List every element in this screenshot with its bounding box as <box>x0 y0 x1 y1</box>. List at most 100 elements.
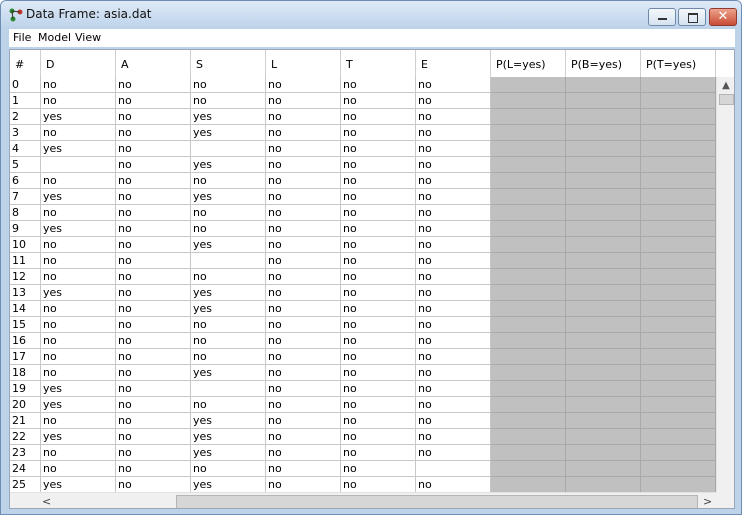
table-cell[interactable]: no <box>116 173 191 189</box>
table-cell[interactable]: no <box>191 349 266 365</box>
table-row[interactable]: 13 yes no yes no no no <box>10 285 716 301</box>
table-cell[interactable]: no <box>341 157 416 173</box>
table-cell[interactable]: yes <box>191 301 266 317</box>
table-cell[interactable]: no <box>341 333 416 349</box>
table-cell[interactable]: no <box>191 205 266 221</box>
table-cell[interactable]: no <box>416 397 491 413</box>
scroll-left-icon[interactable]: < <box>42 493 56 508</box>
table-cell[interactable]: no <box>266 125 341 141</box>
table-cell[interactable]: no <box>416 317 491 333</box>
title-bar[interactable]: Data Frame: asia.dat ✕ <box>1 1 741 29</box>
table-cell[interactable]: no <box>191 93 266 109</box>
table-cell[interactable]: no <box>416 173 491 189</box>
table-row[interactable]: 10 no no yes no no no <box>10 237 716 253</box>
table-cell[interactable]: yes <box>41 189 116 205</box>
table-cell[interactable]: no <box>41 461 116 477</box>
table-cell[interactable]: no <box>116 285 191 301</box>
table-cell[interactable]: no <box>41 445 116 461</box>
table-cell[interactable]: no <box>266 477 341 493</box>
table-cell[interactable]: no <box>266 317 341 333</box>
table-cell[interactable]: no <box>41 317 116 333</box>
menu-view[interactable]: View <box>75 31 101 44</box>
table-cell[interactable]: no <box>116 93 191 109</box>
column-header[interactable]: A <box>116 50 191 77</box>
table-cell[interactable]: no <box>266 173 341 189</box>
table-cell[interactable]: yes <box>41 397 116 413</box>
table-cell[interactable]: no <box>416 429 491 445</box>
horizontal-scroll-thumb[interactable] <box>176 495 698 508</box>
menu-model[interactable]: Model <box>38 31 71 44</box>
table-row[interactable]: 2 yes no yes no no no <box>10 109 716 125</box>
table-cell[interactable]: no <box>266 397 341 413</box>
table-cell[interactable]: no <box>116 253 191 269</box>
table-row[interactable]: 25 yes no yes no no no <box>10 477 716 493</box>
table-cell[interactable]: no <box>266 77 341 93</box>
table-cell[interactable]: no <box>341 429 416 445</box>
table-row[interactable]: 15 no no no no no no <box>10 317 716 333</box>
table-cell[interactable]: no <box>41 237 116 253</box>
table-cell[interactable]: no <box>341 461 416 477</box>
table-row[interactable]: 8 no no no no no no <box>10 205 716 221</box>
table-cell[interactable]: no <box>116 221 191 237</box>
table-cell[interactable]: no <box>191 269 266 285</box>
table-cell[interactable]: yes <box>191 413 266 429</box>
table-cell[interactable]: no <box>341 221 416 237</box>
table-cell[interactable]: no <box>416 221 491 237</box>
scroll-up-icon[interactable]: ▲ <box>717 77 734 94</box>
minimize-button[interactable] <box>648 8 676 26</box>
table-cell[interactable]: no <box>116 445 191 461</box>
table-cell[interactable]: no <box>266 333 341 349</box>
table-cell[interactable]: no <box>116 413 191 429</box>
table-cell[interactable]: yes <box>41 429 116 445</box>
table-cell[interactable]: no <box>341 125 416 141</box>
table-cell[interactable]: no <box>266 237 341 253</box>
table-cell[interactable]: no <box>266 285 341 301</box>
table-row[interactable]: 6 no no no no no no <box>10 173 716 189</box>
maximize-button[interactable] <box>678 8 706 26</box>
table-cell[interactable]: no <box>416 445 491 461</box>
table-cell[interactable]: no <box>341 445 416 461</box>
table-cell[interactable]: no <box>341 317 416 333</box>
table-cell[interactable]: no <box>41 365 116 381</box>
table-cell[interactable]: no <box>191 461 266 477</box>
table-row[interactable]: 11 no no no no no <box>10 253 716 269</box>
table-cell[interactable]: no <box>341 205 416 221</box>
table-cell[interactable]: no <box>341 189 416 205</box>
table-row[interactable]: 12 no no no no no no <box>10 269 716 285</box>
table-cell[interactable]: yes <box>191 285 266 301</box>
horizontal-scrollbar[interactable]: < > <box>10 492 716 508</box>
table-cell[interactable]: no <box>341 269 416 285</box>
table-cell[interactable]: no <box>116 301 191 317</box>
table-cell[interactable]: no <box>341 397 416 413</box>
table-cell[interactable]: no <box>191 397 266 413</box>
table-cell[interactable]: yes <box>41 141 116 157</box>
column-header[interactable]: S <box>191 50 266 77</box>
table-cell[interactable]: no <box>116 189 191 205</box>
table-cell[interactable]: no <box>266 141 341 157</box>
table-row[interactable]: 7 yes no yes no no no <box>10 189 716 205</box>
menu-file[interactable]: File <box>13 31 31 44</box>
table-cell[interactable]: no <box>266 253 341 269</box>
table-cell[interactable]: no <box>266 461 341 477</box>
table-cell[interactable]: yes <box>191 237 266 253</box>
table-cell[interactable]: no <box>341 365 416 381</box>
column-header[interactable]: D <box>41 50 116 77</box>
table-cell[interactable]: no <box>191 333 266 349</box>
table-cell[interactable]: no <box>41 125 116 141</box>
table-cell[interactable]: no <box>266 93 341 109</box>
table-cell[interactable]: no <box>41 253 116 269</box>
table-cell[interactable]: no <box>341 173 416 189</box>
table-cell[interactable]: no <box>416 141 491 157</box>
table-cell[interactable]: no <box>266 189 341 205</box>
table-cell[interactable] <box>416 461 491 477</box>
table-cell[interactable]: no <box>41 301 116 317</box>
table-cell[interactable] <box>191 381 266 397</box>
table-cell[interactable]: no <box>116 77 191 93</box>
column-header[interactable]: P(L=yes) <box>491 50 566 77</box>
vertical-scrollbar[interactable]: ▲ <box>716 77 734 493</box>
table-cell[interactable]: no <box>116 397 191 413</box>
table-cell[interactable]: no <box>266 349 341 365</box>
table-cell[interactable]: no <box>116 317 191 333</box>
table-cell[interactable]: yes <box>191 477 266 493</box>
scroll-right-icon[interactable]: > <box>703 493 715 508</box>
